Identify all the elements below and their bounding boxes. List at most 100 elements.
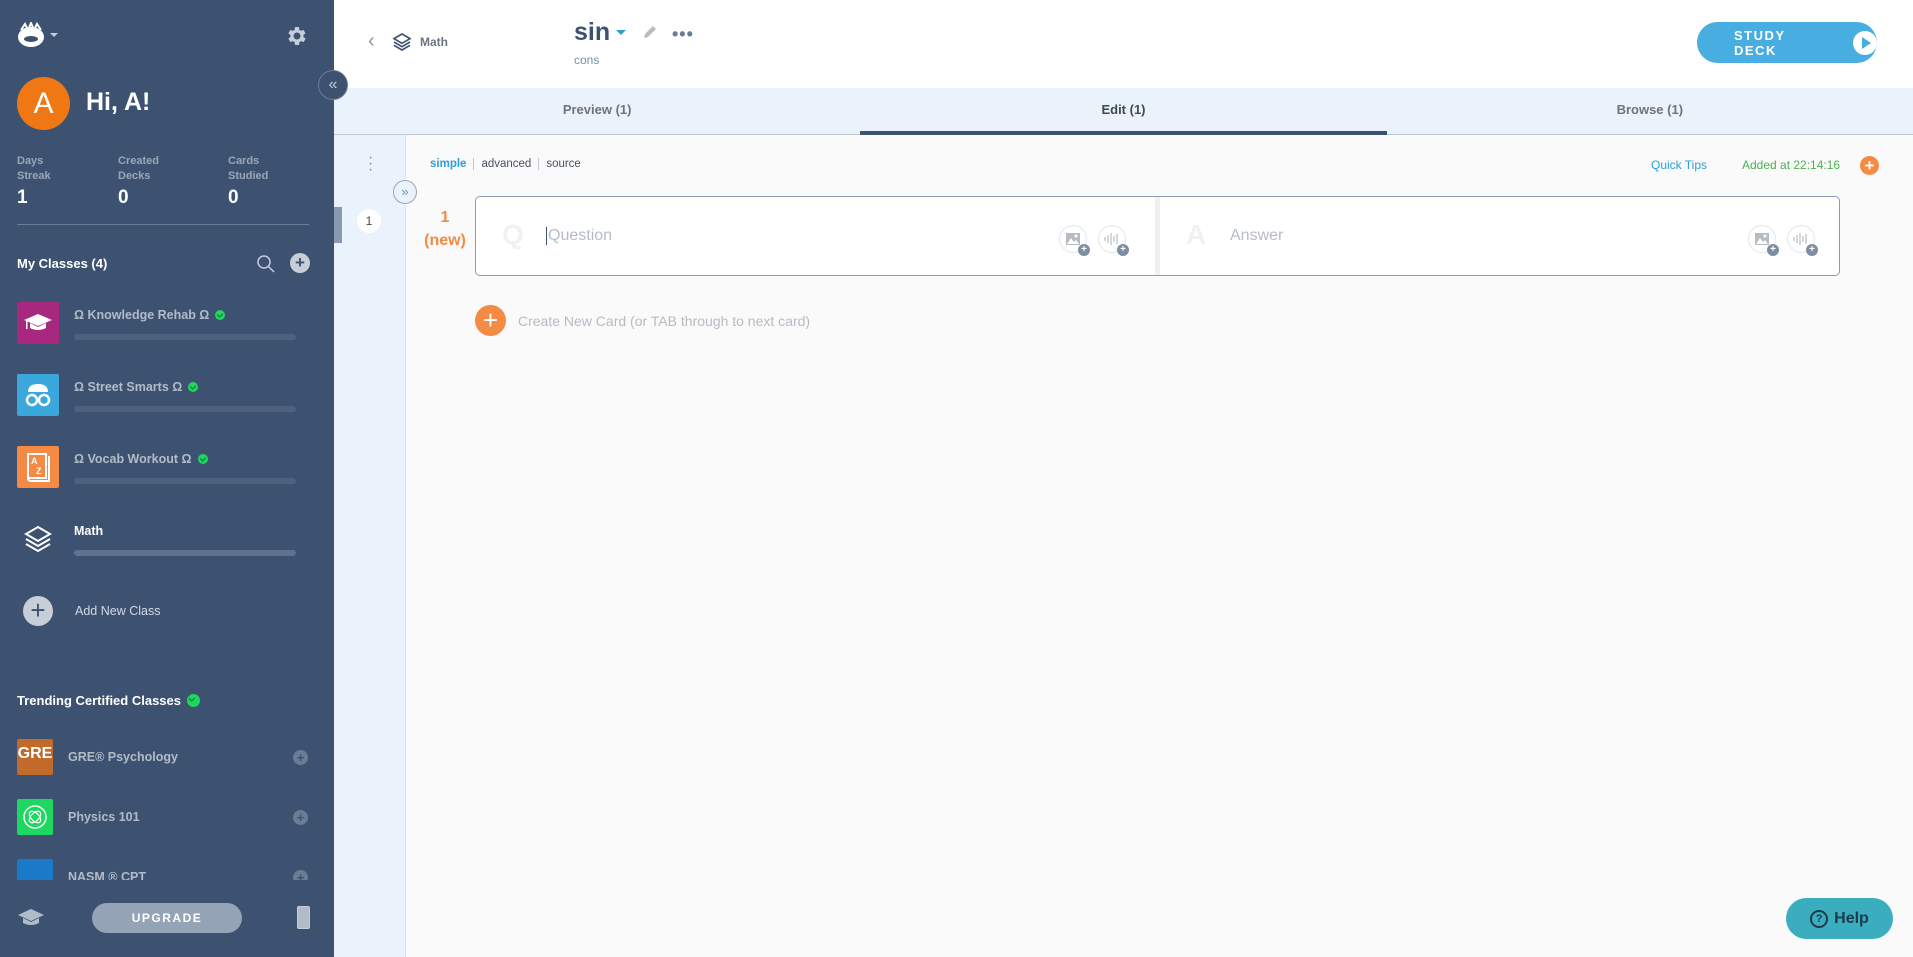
added-timestamp: Added at 22:14:16	[1742, 158, 1841, 172]
class-progress-bar	[74, 550, 296, 556]
answer-side[interactable]: A Answer + +	[1160, 197, 1839, 275]
card-number-value: 1	[440, 209, 450, 226]
more-options-icon[interactable]: •••	[672, 24, 694, 45]
mode-source[interactable]: source	[538, 158, 588, 170]
create-new-card-button[interactable]: + Create New Card (or TAB through to nex…	[475, 305, 810, 336]
card-index-column: · · · 1	[334, 135, 406, 957]
stat-created-decks: Created Decks 0	[118, 154, 178, 209]
trending-item-gre-psychology[interactable]: GRE GRE® Psychology +	[17, 739, 317, 775]
question-side[interactable]: Q Question + +	[476, 197, 1160, 275]
certified-check-icon	[187, 694, 200, 707]
certified-check-icon	[188, 382, 199, 392]
help-button[interactable]: ? Help	[1786, 898, 1893, 939]
class-title: Ω Street Smarts Ω	[74, 380, 183, 394]
question-letter: Q	[502, 219, 524, 250]
add-class-icon[interactable]: +	[293, 750, 308, 765]
add-audio-button[interactable]: +	[1098, 225, 1129, 256]
graduation-cap-icon[interactable]	[17, 908, 45, 928]
mode-simple[interactable]: simple	[430, 158, 473, 170]
stat-label: Created Decks	[118, 155, 159, 182]
mobile-app-icon[interactable]	[297, 906, 310, 929]
sidebar: A Hi, A! Days Streak 1 Created Decks 0 C…	[0, 0, 334, 957]
stat-value: 1	[17, 187, 28, 208]
plus-icon: +	[475, 305, 506, 336]
trending-list: GRE GRE® Psychology + Physics 101 + NASM…	[0, 720, 334, 880]
add-audio-button[interactable]: +	[1787, 225, 1818, 256]
trending-item-nasm-cpt[interactable]: NASM ® CPT +	[17, 859, 317, 880]
dictionary-icon: AZ	[17, 446, 59, 488]
upgrade-button[interactable]: UPGRADE	[92, 903, 242, 933]
vertical-dots-icon[interactable]: · · ·	[368, 150, 373, 178]
stat-label: Cards Studied	[228, 155, 269, 182]
answer-field[interactable]: Answer	[1230, 227, 1283, 245]
card-status: (new)	[424, 232, 466, 249]
pencil-icon[interactable]	[642, 24, 658, 40]
study-deck-button[interactable]: STUDY DECK	[1697, 22, 1877, 63]
deck-title[interactable]: sin	[574, 18, 627, 47]
expand-column-button[interactable]: »	[393, 180, 417, 204]
class-progress-bar	[74, 478, 296, 484]
layers-icon	[17, 518, 59, 560]
header	[334, 0, 1913, 88]
quick-tips-link[interactable]: Quick Tips	[1651, 158, 1707, 172]
class-name: Ω Street Smarts Ω	[74, 380, 199, 394]
stat-value: 0	[228, 187, 239, 208]
stat-days-streak: Days Streak 1	[17, 154, 77, 209]
trending-item-physics-101[interactable]: Physics 101 +	[17, 799, 317, 835]
card-editor: Q Question + + A Answer + +	[475, 196, 1840, 276]
class-title: Math	[74, 524, 104, 538]
create-new-card-label: Create New Card (or TAB through to next …	[518, 312, 811, 329]
editor-mode-switch: simple advanced source	[430, 158, 588, 170]
breadcrumb[interactable]: Math	[392, 32, 448, 52]
mode-advanced[interactable]: advanced	[473, 158, 538, 170]
trending-name: Physics 101	[68, 810, 140, 824]
audio-waveform-icon	[1793, 233, 1807, 245]
class-name: Math	[74, 524, 103, 538]
certified-check-icon	[197, 454, 208, 464]
help-label: Help	[1834, 909, 1869, 927]
add-class-icon[interactable]: +	[290, 253, 310, 273]
class-item-math[interactable]: Math	[17, 518, 317, 568]
collapse-sidebar-button[interactable]: «	[318, 70, 348, 100]
tab-preview[interactable]: Preview (1)	[334, 88, 860, 134]
back-chevron-icon[interactable]: ‹	[368, 30, 375, 53]
breadcrumb-label: Math	[420, 35, 448, 49]
card-number: 1 (new)	[420, 206, 470, 252]
tab-edit[interactable]: Edit (1)	[860, 88, 1387, 135]
layers-icon	[392, 33, 412, 51]
plus-icon: +	[1078, 244, 1090, 256]
card-index-item[interactable]: 1	[357, 209, 381, 233]
plus-icon: +	[1117, 244, 1129, 256]
svg-text:Z: Z	[36, 466, 42, 476]
add-class-icon[interactable]: +	[293, 870, 308, 880]
chevron-down-icon	[50, 33, 58, 37]
brainscape-logo[interactable]	[16, 22, 58, 48]
avatar[interactable]: A	[17, 77, 70, 130]
add-new-class-label: Add New Class	[75, 604, 161, 618]
add-class-icon[interactable]: +	[293, 810, 308, 825]
greeting: Hi, A!	[86, 88, 151, 116]
stat-value: 0	[118, 187, 129, 208]
tab-browse[interactable]: Browse (1)	[1387, 88, 1913, 134]
divider	[17, 224, 309, 225]
chevron-down-icon[interactable]	[616, 30, 627, 35]
class-item-knowledge-rehab[interactable]: Ω Knowledge Rehab Ω	[17, 302, 317, 352]
class-item-street-smarts[interactable]: Ω Street Smarts Ω	[17, 374, 317, 424]
gear-icon[interactable]	[284, 24, 308, 48]
add-new-class-button[interactable]: + Add New Class	[23, 596, 160, 626]
class-item-vocab-workout[interactable]: AZ Ω Vocab Workout Ω	[17, 446, 317, 496]
audio-waveform-icon	[1104, 233, 1118, 245]
play-icon	[1853, 30, 1877, 55]
logo-icon	[18, 22, 44, 47]
selected-indicator	[334, 207, 342, 243]
add-card-icon[interactable]: +	[1860, 156, 1879, 175]
deck-title-text: sin	[574, 18, 611, 46]
brain-glasses-icon	[17, 374, 59, 416]
add-image-button[interactable]: +	[1748, 225, 1779, 256]
atom-icon	[17, 799, 53, 835]
image-icon	[1755, 233, 1769, 245]
tab-bar: Preview (1) Edit (1) Browse (1)	[334, 88, 1913, 135]
search-icon[interactable]	[256, 254, 276, 274]
question-field[interactable]: Question	[546, 227, 612, 245]
add-image-button[interactable]: +	[1059, 225, 1090, 256]
